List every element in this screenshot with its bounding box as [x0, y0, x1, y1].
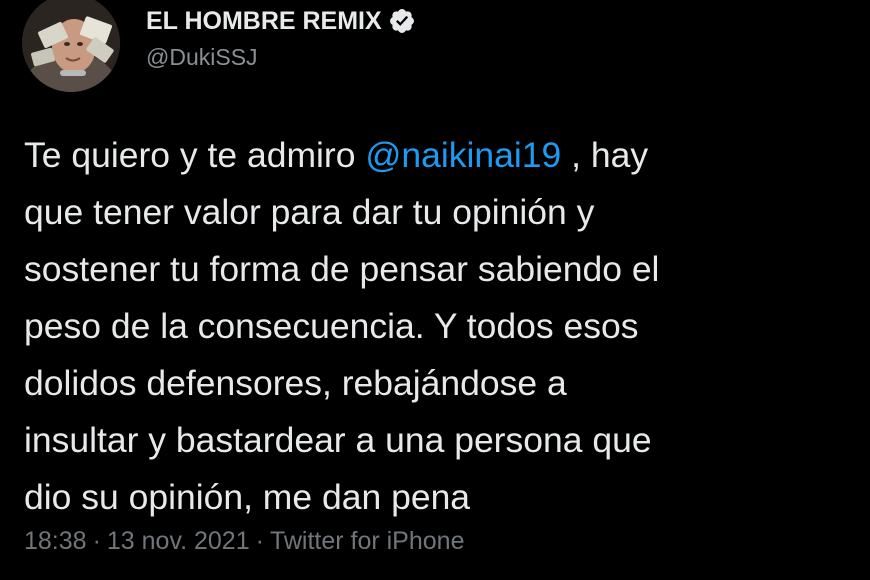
tweet-card: EL HOMBRE REMIX @DukiSSJ Te quiero y te … — [0, 0, 870, 580]
mention-link[interactable]: @naikinai19 — [365, 135, 561, 175]
tweet-line: peso de la consecuencia. Y todos esos — [24, 306, 639, 346]
tweet-line: dolidos defensores, rebajándose a — [24, 363, 567, 403]
user-handle[interactable]: @DukiSSJ — [146, 44, 258, 71]
avatar[interactable] — [22, 0, 120, 92]
display-name[interactable]: EL HOMBRE REMIX — [146, 7, 382, 36]
tweet-line: dio su opinión, me dan pena — [24, 477, 471, 517]
tweet-meta: 18:38 · 13 nov. 2021 · Twitter for iPhone — [24, 527, 464, 556]
tweet-line: sostener tu forma de pensar sabiendo el — [24, 249, 660, 289]
tweet-text-segment: , hay — [561, 135, 649, 175]
tweet-source: Twitter for iPhone — [269, 527, 465, 555]
tweet-line: que tener valor para dar tu opinión y — [24, 192, 595, 232]
verified-badge-icon — [388, 7, 416, 35]
tweet-time[interactable]: 18:38 — [24, 527, 87, 555]
tweet-line: Te quiero y te admiro @naikinai19 , hay — [24, 127, 864, 184]
tweet-text-segment: Te quiero y te admiro — [24, 135, 366, 175]
tweet-text: Te quiero y te admiro @naikinai19 , hay … — [24, 127, 864, 526]
meta-separator: · — [92, 527, 101, 555]
tweet-date[interactable]: 13 nov. 2021 — [107, 527, 250, 555]
avatar-image — [22, 0, 120, 92]
display-name-row[interactable]: EL HOMBRE REMIX — [146, 4, 416, 38]
meta-separator: · — [255, 527, 264, 555]
tweet-line: insultar y bastardear a una persona que — [24, 420, 652, 460]
